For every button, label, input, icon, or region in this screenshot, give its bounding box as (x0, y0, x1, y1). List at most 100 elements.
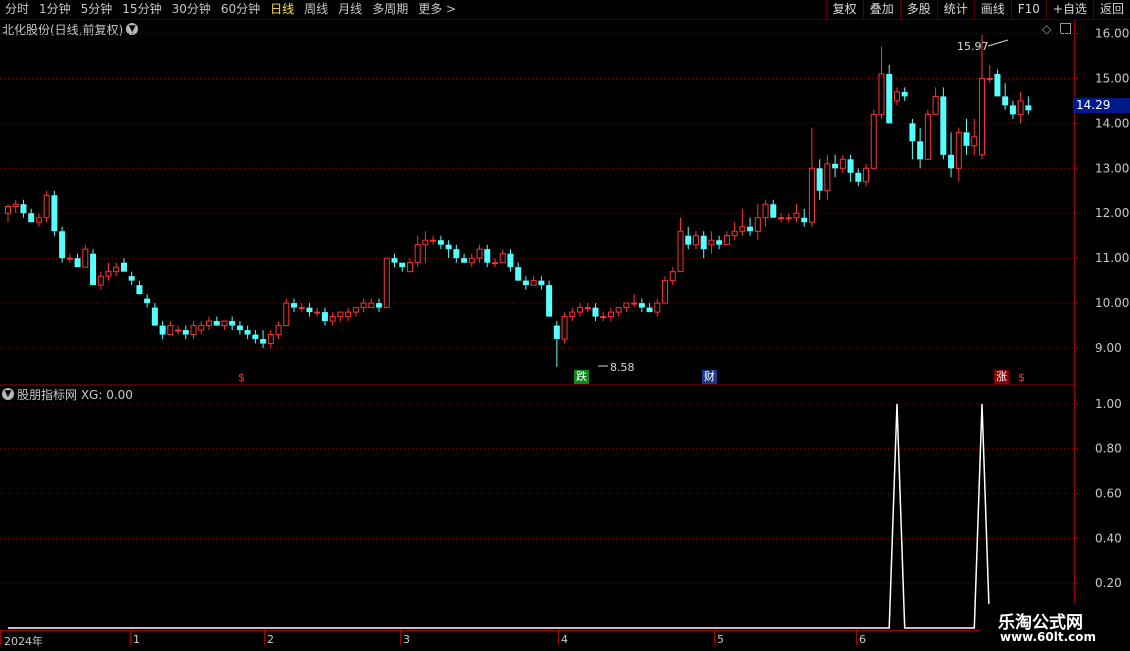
candle-body (1017, 100, 1024, 115)
candle (283, 298, 290, 327)
candle-body (808, 167, 815, 223)
candle (955, 127, 962, 182)
candle (260, 330, 267, 349)
candle-body (128, 276, 135, 281)
time-label-apr: 4 (561, 633, 568, 646)
candle-body (368, 302, 375, 309)
candle (592, 303, 599, 322)
candle (453, 244, 460, 263)
candle-body (1009, 105, 1016, 115)
candle (74, 253, 81, 268)
candle (1002, 82, 1009, 110)
candle (368, 298, 375, 309)
candle-body (283, 302, 290, 327)
candle (561, 312, 568, 344)
candle-body (491, 262, 498, 265)
candle-body (762, 203, 769, 219)
candle-body (971, 136, 978, 147)
candle-body (430, 239, 437, 242)
candle-body (159, 325, 166, 335)
candle (321, 307, 328, 326)
candle-body (716, 240, 723, 245)
candle-body (151, 307, 158, 326)
candle (213, 316, 220, 326)
candle (182, 325, 189, 340)
candle (978, 34, 985, 160)
candle-body (35, 217, 42, 223)
candle (932, 87, 939, 115)
candle-body (360, 302, 367, 309)
candle-body (43, 194, 50, 219)
candle-body (252, 334, 259, 340)
candle (538, 276, 545, 290)
candle-body (5, 205, 11, 214)
candle (855, 168, 862, 187)
candle-body (291, 303, 298, 308)
candle (723, 231, 730, 246)
candle-body (801, 217, 808, 223)
candle (816, 159, 823, 200)
candle-body (321, 312, 328, 322)
candle-body (190, 325, 197, 336)
candle-body (631, 302, 638, 305)
high-price-label: 15.97 (957, 40, 989, 53)
candle-body (708, 239, 715, 246)
time-tick (0, 631, 1, 645)
candle-body (244, 330, 251, 335)
candle (863, 163, 870, 187)
candle (754, 204, 761, 241)
candle-body (422, 239, 429, 246)
candle (352, 307, 359, 317)
candle-body (785, 217, 792, 220)
candle-body (414, 244, 421, 264)
candle-body (638, 303, 645, 308)
time-label-mar: 3 (403, 633, 410, 646)
candle (167, 321, 174, 336)
candle-body (1002, 96, 1009, 106)
candle-body (298, 307, 305, 310)
candle (499, 249, 506, 264)
candle (345, 307, 352, 322)
candle-body (345, 311, 352, 318)
candle-body (886, 73, 893, 124)
candle-body (522, 280, 529, 286)
candle-body (863, 167, 870, 183)
candle (994, 69, 1001, 97)
candle-body (399, 262, 406, 268)
candle (615, 307, 622, 317)
candle (886, 64, 893, 124)
candle (631, 294, 638, 308)
current-price-badge: 14.29 (1073, 98, 1130, 113)
candle-body (229, 321, 236, 326)
candle-body (901, 91, 908, 97)
candle (700, 231, 707, 259)
candle (329, 312, 336, 326)
candle (638, 298, 645, 313)
candle (144, 294, 151, 308)
time-tick (856, 631, 857, 645)
candle-body (267, 334, 274, 345)
candle-body (59, 231, 66, 259)
candle-body (1025, 105, 1032, 111)
candle-body (569, 311, 576, 318)
candle (870, 109, 877, 169)
candle-body (940, 96, 947, 155)
candle (5, 204, 11, 223)
candle (12, 199, 19, 214)
candle (306, 303, 313, 317)
candle-body (561, 316, 568, 340)
candle (229, 316, 236, 331)
candle-body (28, 213, 35, 223)
candle (136, 280, 143, 295)
candle-body (754, 217, 761, 232)
candle (832, 154, 839, 178)
candle-body (932, 95, 939, 115)
candle (692, 231, 699, 250)
candle-body (167, 325, 174, 336)
time-label-2024: 2024年 (4, 635, 43, 648)
time-label-feb: 2 (267, 633, 274, 646)
candle-body (600, 316, 607, 319)
candle (205, 316, 212, 331)
candle (236, 321, 243, 335)
signal-marker-rise: 涨 (994, 370, 1009, 384)
